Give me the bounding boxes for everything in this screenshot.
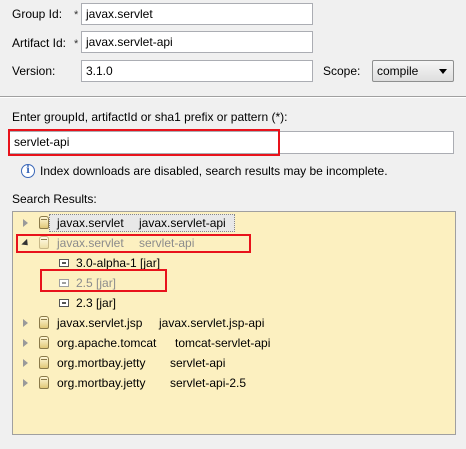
version-label-item: 2.3 [jar] (76, 296, 117, 310)
search-results-label: Search Results: (12, 192, 97, 206)
group-id-input[interactable]: javax.servlet (81, 3, 313, 25)
version-input[interactable]: 3.1.0 (81, 60, 313, 82)
result-group: org.mortbay.jetty (57, 356, 146, 370)
version-label: Version: (12, 64, 56, 78)
result-item[interactable]: org.apache.tomcat tomcat-servlet-api (13, 333, 453, 353)
chevron-down-icon (439, 69, 447, 74)
required-marker: * (74, 38, 79, 50)
group-id-label: Group Id: (12, 7, 63, 21)
expand-toggle-icon[interactable] (23, 219, 28, 227)
result-item[interactable]: javax.servlet.jsp javax.servlet.jsp-api (13, 313, 453, 333)
result-item[interactable]: org.mortbay.jetty servlet-api-2.5 (13, 373, 453, 393)
jar-icon (39, 216, 49, 229)
version-item[interactable]: 2.3 [jar] (13, 293, 453, 313)
expand-toggle-icon[interactable] (23, 319, 28, 327)
result-artifact: javax.servlet-api (139, 216, 226, 230)
scope-select-value: compile (377, 64, 419, 78)
result-group: org.mortbay.jetty (57, 376, 146, 390)
artifact-version-icon (59, 299, 69, 307)
expand-toggle-icon[interactable] (23, 359, 28, 367)
artifact-id-label: Artifact Id: (12, 36, 67, 50)
result-group: javax.servlet.jsp (57, 316, 143, 330)
highlight-box-artifact (16, 234, 251, 253)
jar-icon (39, 356, 49, 369)
result-artifact: tomcat-servlet-api (175, 336, 271, 350)
result-group: javax.servlet (57, 216, 124, 230)
separator (0, 96, 466, 98)
required-marker: * (74, 9, 79, 21)
search-results-tree[interactable]: javax.servlet javax.servlet-api javax.se… (12, 211, 456, 435)
expand-toggle-icon[interactable] (23, 379, 28, 387)
info-icon: i (21, 164, 35, 178)
result-artifact: servlet-api-2.5 (170, 376, 247, 390)
search-prompt-label: Enter groupId, artifactId or sha1 prefix… (12, 110, 288, 124)
info-message: Index downloads are disabled, search res… (40, 164, 388, 178)
jar-icon (39, 316, 49, 329)
scope-select[interactable]: compile (372, 60, 454, 82)
jar-icon (39, 376, 49, 389)
result-artifact: javax.servlet.jsp-api (159, 316, 265, 330)
scope-label: Scope: (323, 64, 361, 78)
expand-toggle-icon[interactable] (23, 339, 28, 347)
result-item[interactable]: org.mortbay.jetty servlet-api (13, 353, 453, 373)
artifact-version-icon (59, 259, 69, 267)
result-artifact: servlet-api (170, 356, 226, 370)
highlight-box-search (8, 129, 280, 156)
result-group: org.apache.tomcat (57, 336, 157, 350)
result-item[interactable]: javax.servlet javax.servlet-api (13, 213, 453, 233)
artifact-id-input[interactable]: javax.servlet-api (81, 31, 313, 53)
jar-icon (39, 336, 49, 349)
highlight-box-version (40, 269, 167, 292)
